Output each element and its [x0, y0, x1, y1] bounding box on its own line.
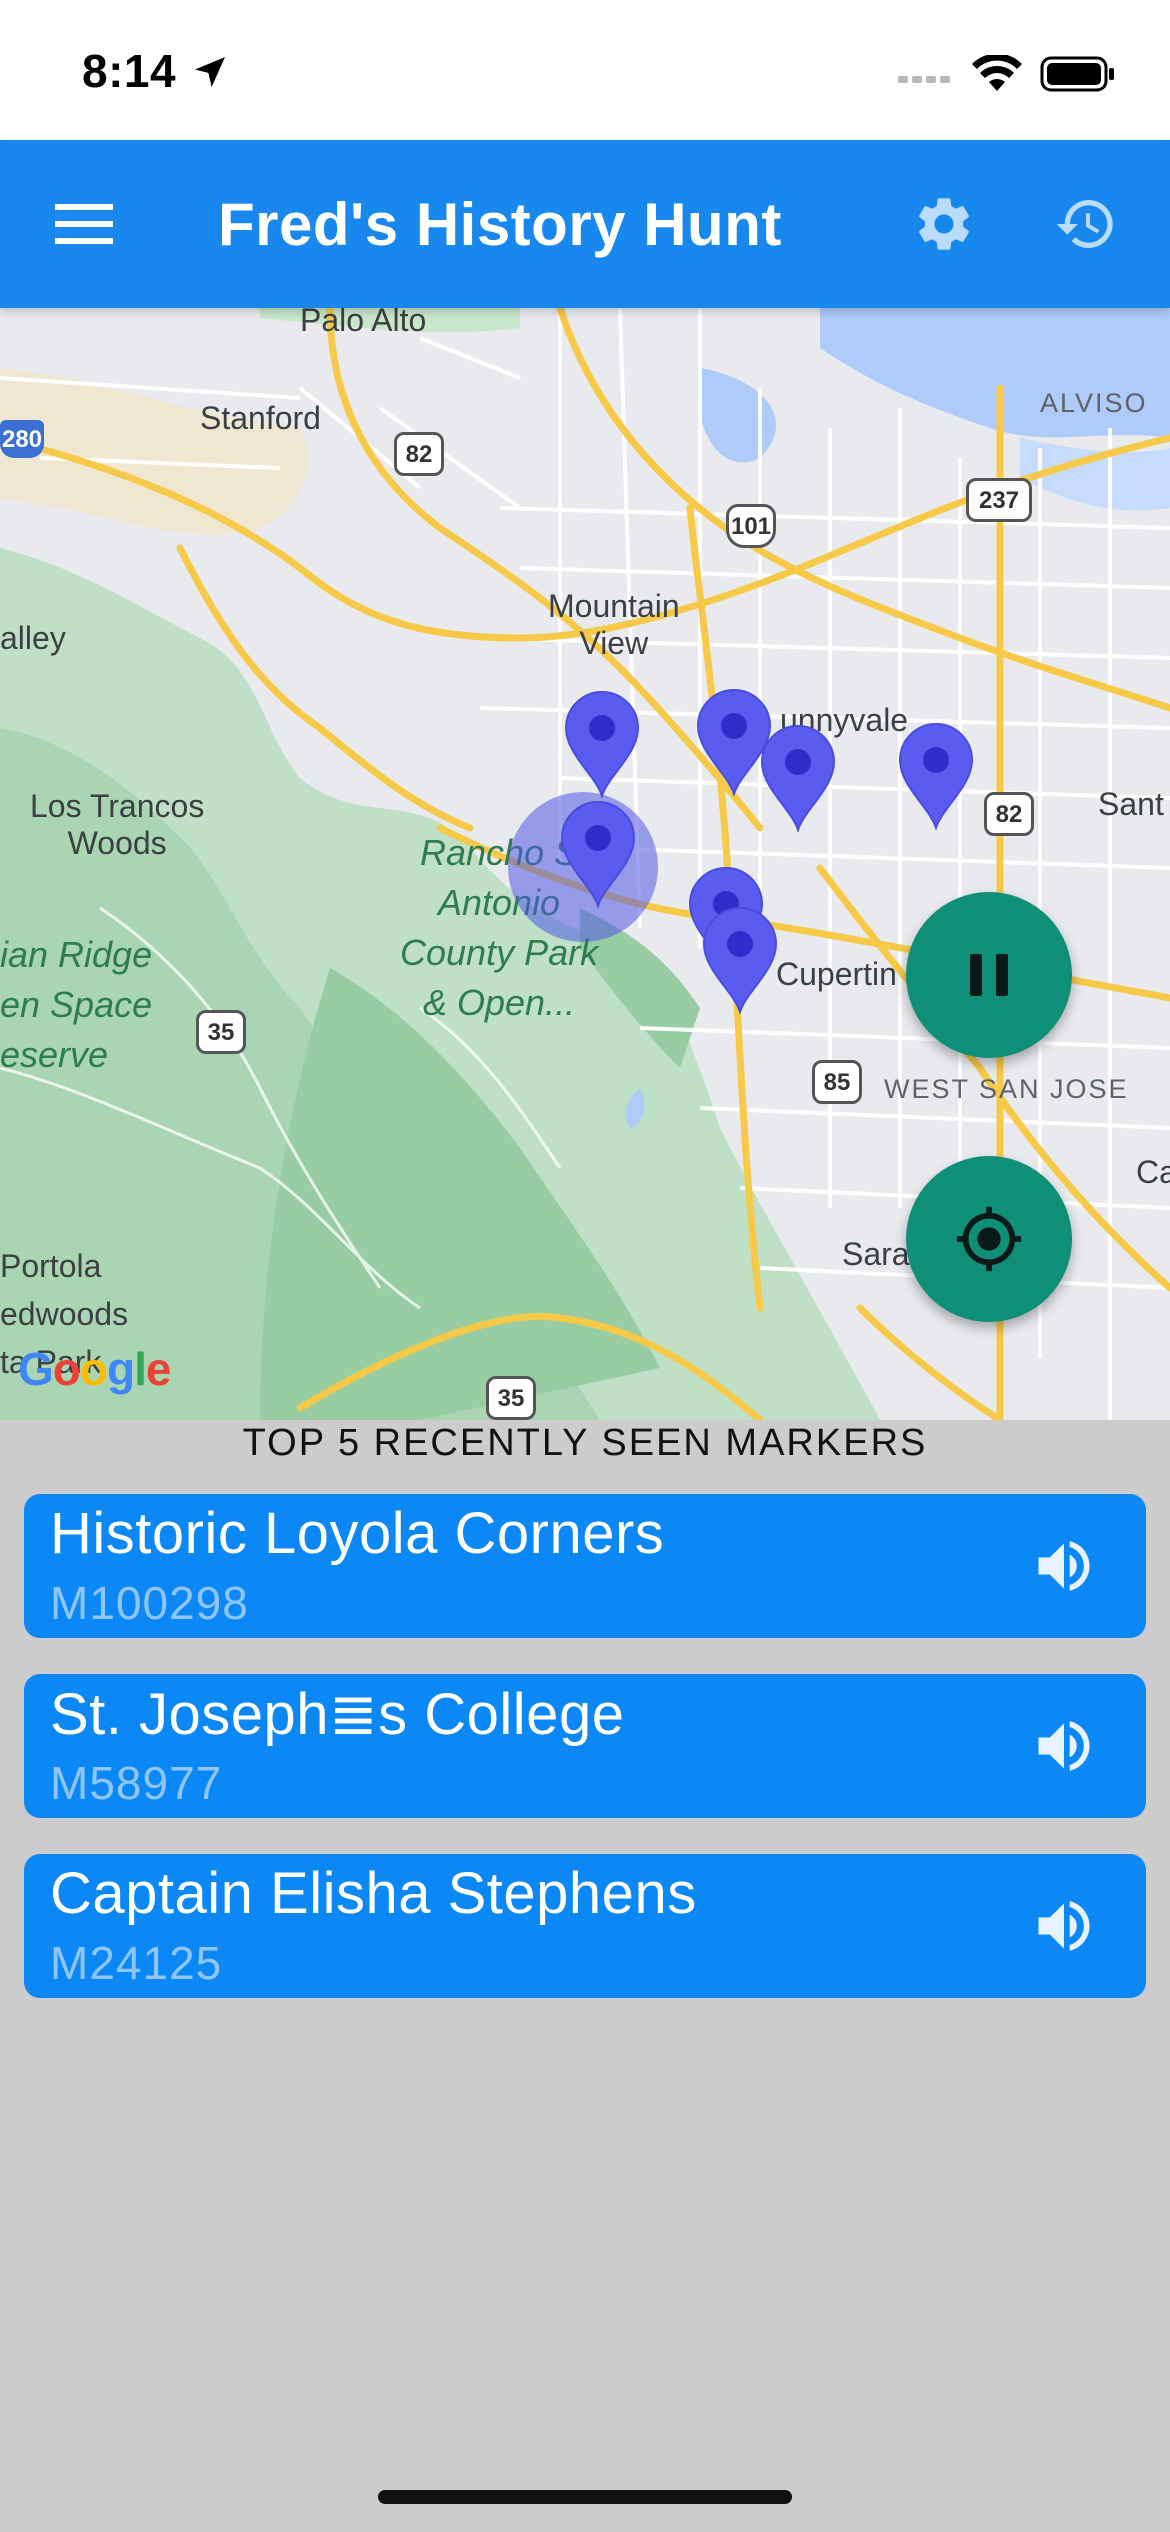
- map-view[interactable]: Palo Alto Stanford ALVISO Mountain View …: [0, 308, 1170, 1420]
- settings-button[interactable]: [898, 178, 990, 270]
- marker-title: Captain Elisha Stephens: [50, 1861, 697, 1926]
- app-bar: Fred's History Hunt: [0, 140, 1170, 308]
- map-label-valley: alley: [0, 620, 66, 656]
- marker-card[interactable]: Captain Elisha Stephens M24125: [24, 1854, 1146, 1998]
- map-label-mountain-view: Mountain View: [548, 588, 680, 661]
- pause-button[interactable]: [906, 892, 1072, 1058]
- marker-title: Historic Loyola Corners: [50, 1501, 665, 1566]
- marker-id: M58977: [50, 1757, 223, 1809]
- app-title: Fred's History Hunt: [218, 191, 782, 258]
- pause-icon: [970, 954, 1008, 996]
- battery-icon: [1040, 56, 1114, 92]
- google-logo: Google: [18, 1343, 171, 1395]
- wifi-icon: [972, 55, 1022, 91]
- map-label-campbell: Ca: [1136, 1154, 1170, 1190]
- map-label-cupertino: Cupertin: [776, 956, 897, 992]
- route-shield: 237: [966, 478, 1032, 522]
- map-marker-pin[interactable]: [562, 688, 642, 798]
- speaker-icon[interactable]: [1030, 1532, 1098, 1600]
- home-indicator[interactable]: [378, 2490, 792, 2504]
- gear-icon: [919, 198, 969, 250]
- hamburger-menu-icon: [55, 204, 113, 244]
- my-location-icon: [956, 1206, 1022, 1272]
- marker-id: M100298: [50, 1577, 249, 1629]
- history-icon: [1056, 200, 1113, 249]
- marker-title: St. Joseph≣s College: [50, 1682, 625, 1747]
- map-marker-pin[interactable]: [558, 798, 638, 908]
- route-shield: 35: [196, 1010, 246, 1054]
- route-shield: 35: [486, 1376, 536, 1420]
- map-label-saratoga: Sara: [842, 1236, 910, 1272]
- marker-id: M24125: [50, 1937, 223, 1989]
- cellular-signal-icon: [898, 76, 950, 83]
- map-label-stanford: Stanford: [200, 400, 321, 436]
- speaker-icon[interactable]: [1030, 1892, 1098, 1960]
- map-label-alviso: ALVISO: [1040, 388, 1148, 418]
- menu-button[interactable]: [40, 182, 128, 266]
- map-label-ridge: ian Ridge en Space eserve: [0, 934, 153, 1075]
- map-label-santa-clara: Sant: [1098, 786, 1164, 822]
- route-shield: 85: [812, 1060, 862, 1104]
- route-shield: 82: [394, 432, 444, 476]
- interstate-shield: 280: [0, 420, 44, 458]
- map-label-palo-alto: Palo Alto: [300, 308, 427, 338]
- marker-card[interactable]: St. Joseph≣s College M58977: [24, 1674, 1146, 1818]
- map-label-los-trancos: Los Trancos Woods: [30, 788, 205, 861]
- route-shield: 82: [984, 792, 1034, 836]
- map-marker-pin[interactable]: [700, 904, 780, 1014]
- my-location-button[interactable]: [906, 1156, 1072, 1322]
- marker-card[interactable]: Historic Loyola Corners M100298: [24, 1494, 1146, 1638]
- status-indicators: [898, 54, 1116, 94]
- route-shield: 101: [726, 504, 776, 548]
- status-time: 8:14: [82, 45, 177, 97]
- history-button[interactable]: [1040, 178, 1132, 270]
- recent-markers-heading: TOP 5 RECENTLY SEEN MARKERS: [242, 1422, 928, 1464]
- map-label-west-san-jose: WEST SAN JOSE: [884, 1074, 1129, 1104]
- speaker-icon[interactable]: [1030, 1712, 1098, 1780]
- location-arrow-icon: [195, 57, 225, 87]
- map-marker-pin[interactable]: [758, 722, 838, 832]
- status-bar: 8:14: [0, 0, 1170, 140]
- map-marker-pin[interactable]: [896, 720, 976, 830]
